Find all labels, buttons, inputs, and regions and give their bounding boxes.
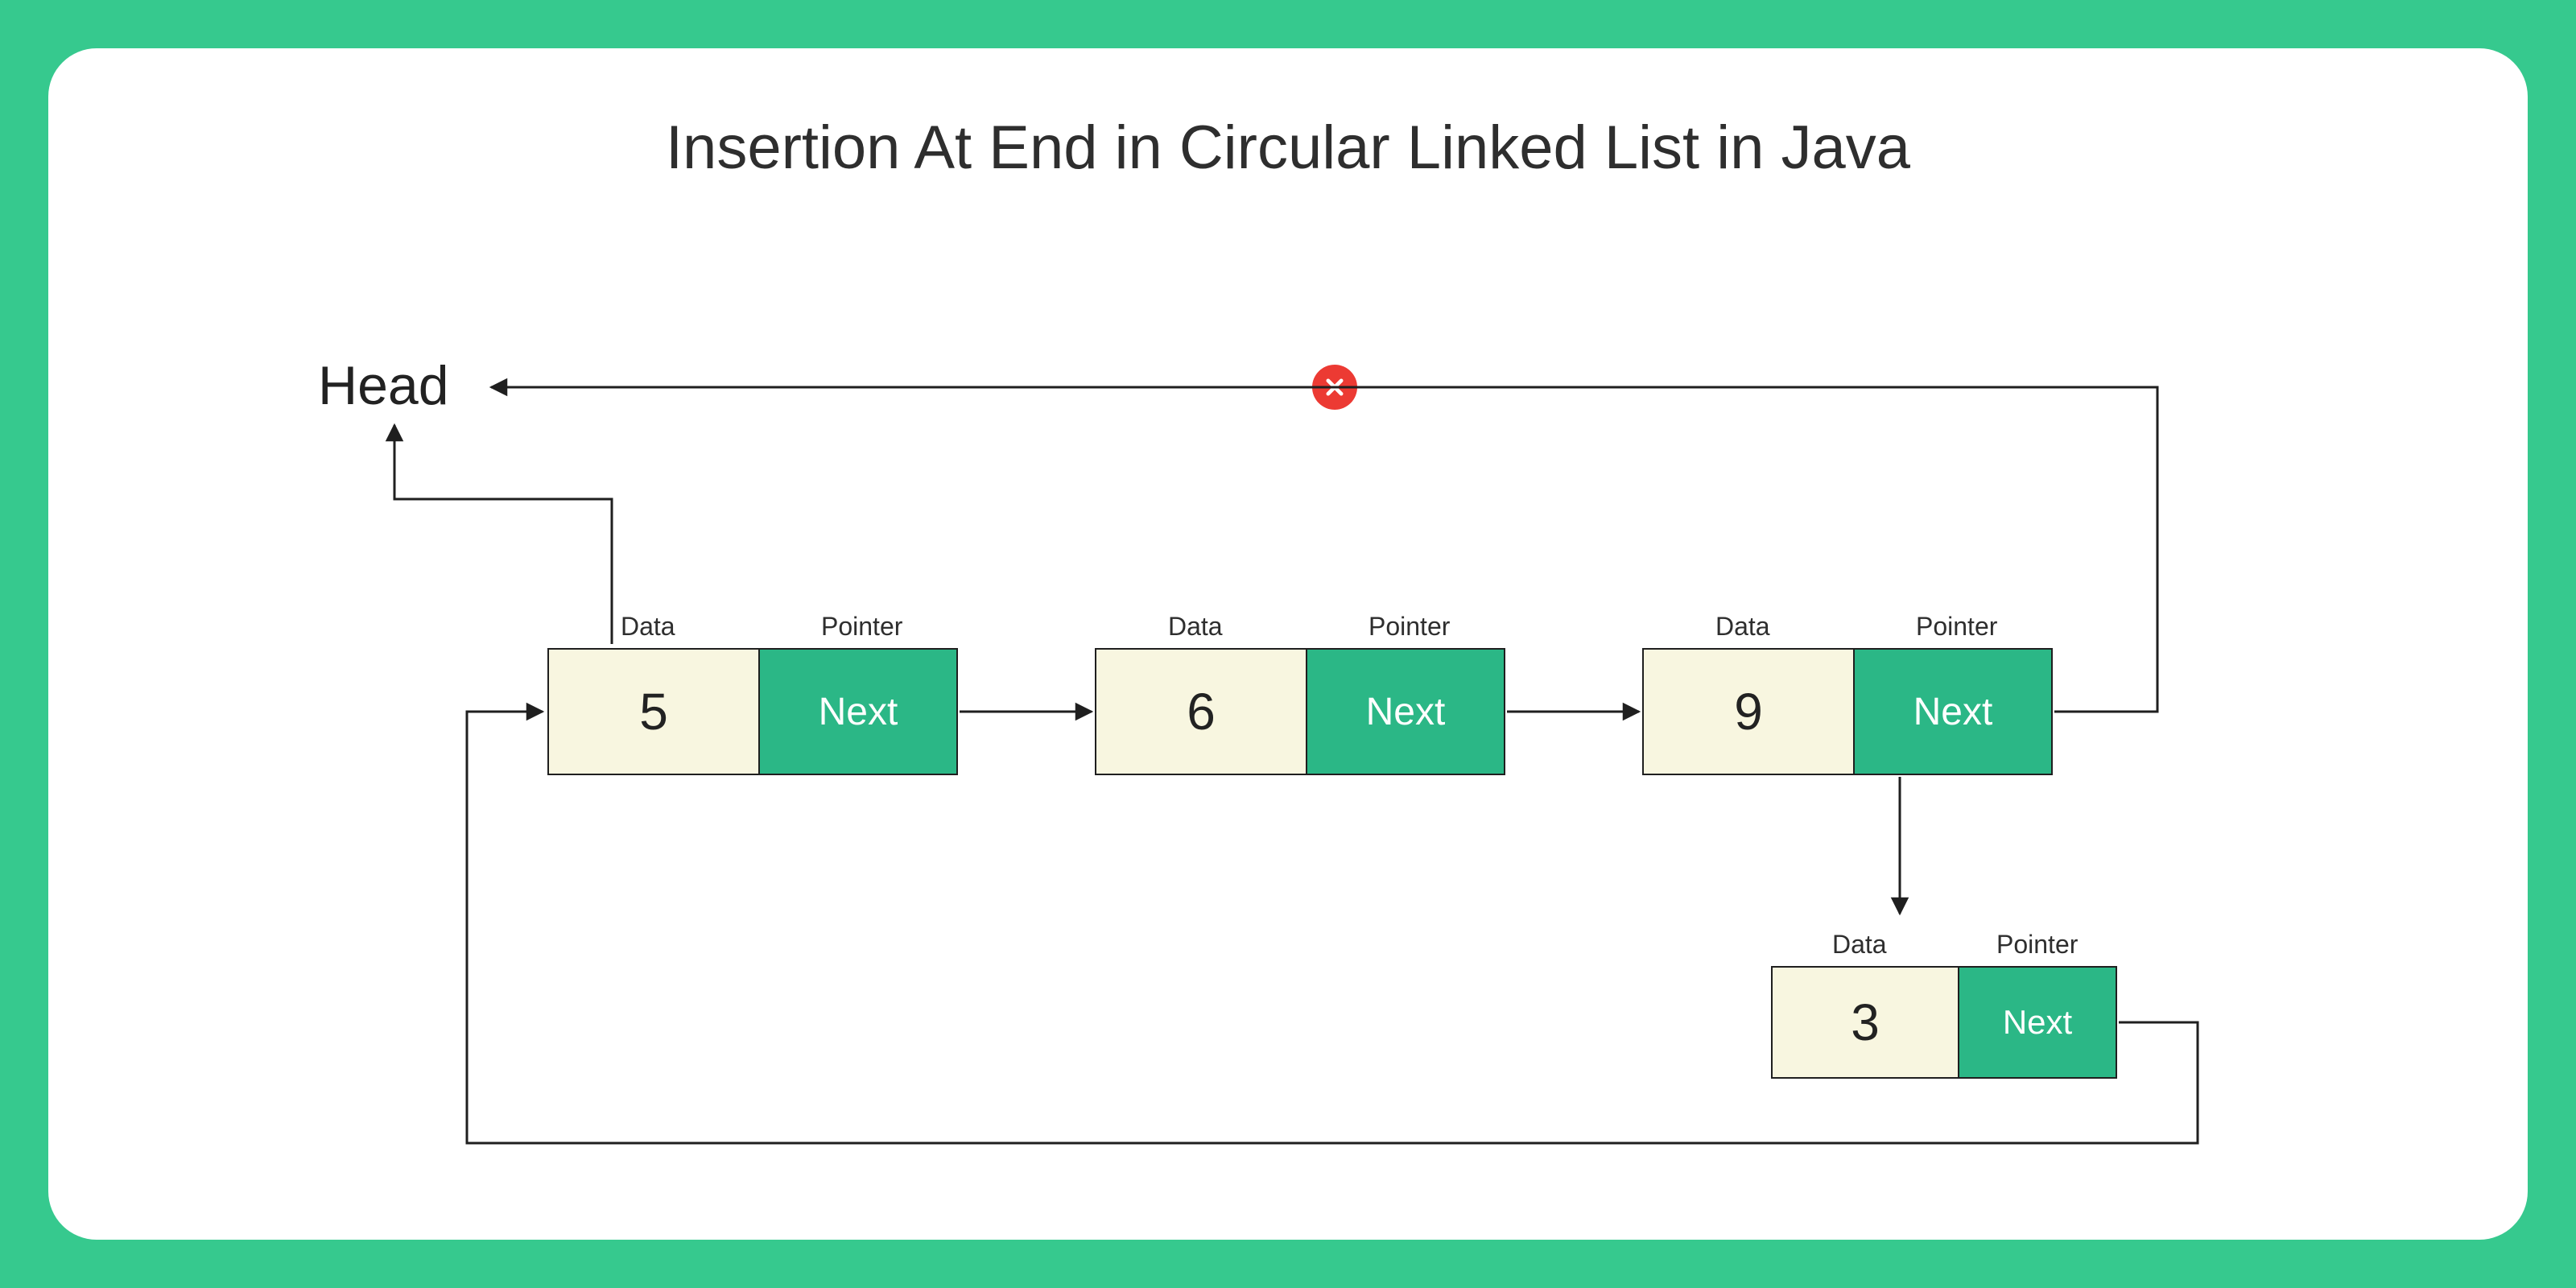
node-4-value: 3 [1773,968,1958,1077]
node-4-pointer-label: Pointer [1996,930,2078,960]
node-3: 9 Next [1642,648,2053,775]
close-icon [1312,365,1357,410]
node-1-value: 5 [549,650,758,774]
node-3-pointer: Next [1853,650,2051,774]
node-3-pointer-label: Pointer [1916,612,1997,642]
node-3-value: 9 [1644,650,1853,774]
node-2-data-label: Data [1168,612,1223,642]
node-3-data-label: Data [1715,612,1770,642]
node-2: 6 Next [1095,648,1505,775]
node-4-data-label: Data [1832,930,1887,960]
node-4: 3 Next [1771,966,2117,1079]
node-2-pointer-label: Pointer [1368,612,1450,642]
head-label: Head [318,354,449,417]
node-1-pointer: Next [758,650,956,774]
diagram-title: Insertion At End in Circular Linked List… [48,113,2528,183]
node-2-pointer: Next [1306,650,1504,774]
node-2-value: 6 [1096,650,1306,774]
node-4-pointer: Next [1958,968,2116,1077]
connector-lines [48,48,2528,1240]
node-1-pointer-label: Pointer [821,612,902,642]
diagram-panel: Insertion At End in Circular Linked List… [48,48,2528,1240]
node-1-data-label: Data [621,612,675,642]
node-1: 5 Next [547,648,958,775]
